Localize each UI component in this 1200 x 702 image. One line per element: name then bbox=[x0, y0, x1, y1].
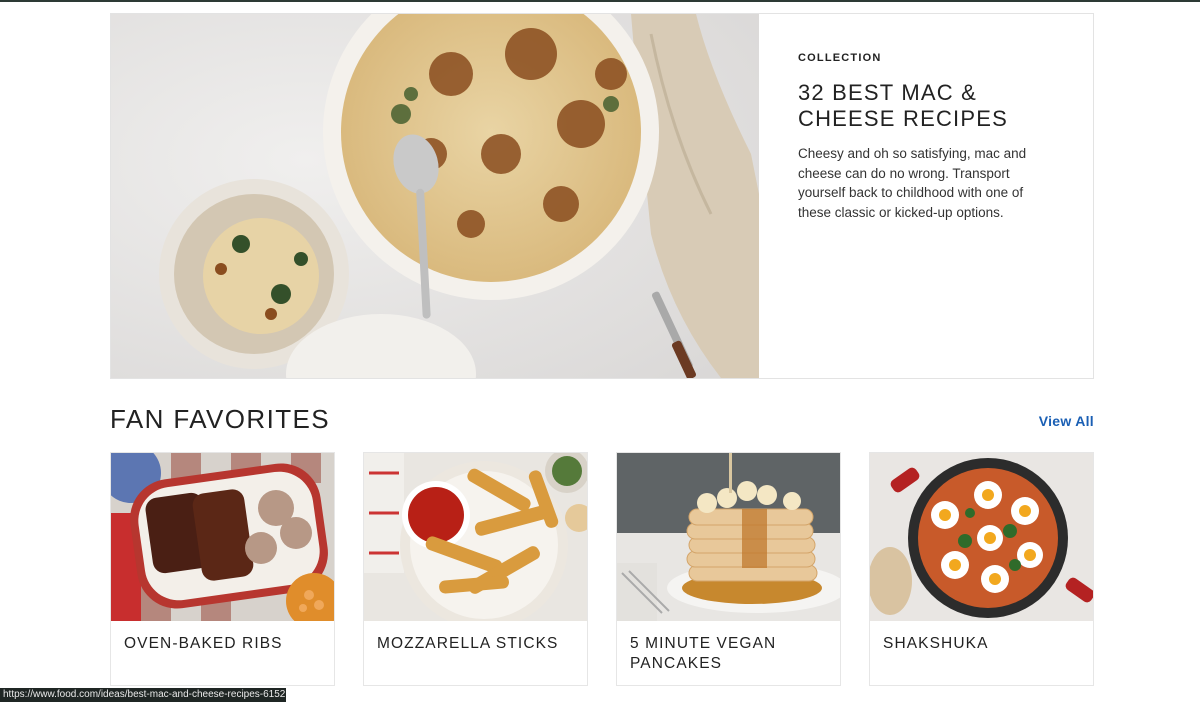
recipe-card-image[interactable] bbox=[111, 453, 334, 621]
collection-hero-text: COLLECTION 32 BEST MAC & CHEESE RECIPES … bbox=[759, 14, 1093, 378]
recipe-card-image[interactable] bbox=[364, 453, 587, 621]
recipe-card[interactable]: 5 MINUTE VEGAN PANCAKES bbox=[616, 452, 841, 686]
collection-title[interactable]: 32 BEST MAC & CHEESE RECIPES bbox=[798, 80, 1057, 132]
recipe-card-image[interactable] bbox=[617, 453, 840, 621]
fan-favorites-heading: FAN FAVORITES bbox=[110, 404, 330, 434]
collection-eyebrow: COLLECTION bbox=[798, 52, 882, 64]
mac-and-cheese-image[interactable] bbox=[111, 14, 759, 378]
collection-hero-card[interactable]: COLLECTION 32 BEST MAC & CHEESE RECIPES … bbox=[110, 13, 1094, 379]
recipe-card-title[interactable]: MOZZARELLA STICKS bbox=[364, 621, 587, 654]
recipe-card-title[interactable]: OVEN-BAKED RIBS bbox=[111, 621, 334, 654]
recipe-card[interactable]: SHAKSHUKA bbox=[869, 452, 1094, 686]
recipe-card[interactable]: MOZZARELLA STICKS bbox=[363, 452, 588, 686]
top-rule bbox=[0, 0, 1200, 2]
recipe-card-title[interactable]: SHAKSHUKA bbox=[870, 621, 1093, 654]
view-all-link[interactable]: View All bbox=[1039, 413, 1094, 429]
recipe-card[interactable]: OVEN-BAKED RIBS bbox=[110, 452, 335, 686]
recipe-card-title[interactable]: 5 MINUTE VEGAN PANCAKES bbox=[617, 621, 840, 674]
collection-description: Cheesy and oh so satisfying, mac and che… bbox=[798, 146, 1027, 220]
status-bar-url: https://www.food.com/ideas/best-mac-and-… bbox=[0, 688, 286, 702]
recipe-card-image[interactable] bbox=[870, 453, 1093, 621]
